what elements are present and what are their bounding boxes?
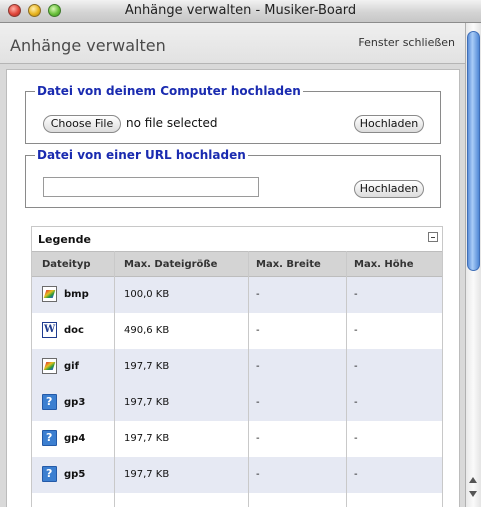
- max-file-size: 197,7 KB: [124, 469, 170, 480]
- image-file-icon: [42, 286, 57, 302]
- file-type: doc: [64, 325, 84, 336]
- scroll-down-arrow-icon[interactable]: [469, 491, 477, 497]
- max-file-size: 197,7 KB: [124, 361, 170, 372]
- file-type: gp5: [64, 469, 86, 480]
- upload-url-fieldset: Datei von einer URL hochladen Hochladen: [25, 148, 441, 208]
- file-type: gif: [64, 361, 79, 372]
- file-type: gp4: [64, 433, 86, 444]
- table-row: gp5 197,7 KB - -: [32, 457, 442, 493]
- word-document-icon: [42, 322, 57, 338]
- unknown-file-icon: [42, 394, 57, 410]
- legend-title: Legende: [38, 233, 91, 246]
- max-file-size: 100,0 KB: [124, 289, 170, 300]
- page-content: Anhänge verwalten Fenster schließen Date…: [0, 23, 465, 507]
- unknown-file-icon: [42, 466, 57, 482]
- scrollbar-thumb[interactable]: [467, 31, 480, 271]
- column-header: Max. Höhe: [354, 259, 414, 270]
- column-divider: [114, 251, 115, 507]
- upload-computer-button[interactable]: Hochladen: [354, 115, 424, 133]
- max-width: -: [256, 325, 260, 336]
- image-file-icon: [42, 358, 57, 374]
- max-height: -: [354, 433, 358, 444]
- max-width: -: [256, 361, 260, 372]
- max-file-size: 197,7 KB: [124, 397, 170, 408]
- max-file-size: 197,7 KB: [124, 433, 170, 444]
- table-row: doc 490,6 KB - -: [32, 313, 442, 349]
- max-height: -: [354, 325, 358, 336]
- scroll-up-arrow-icon[interactable]: [469, 477, 477, 483]
- column-header: Dateityp: [42, 259, 91, 270]
- table-header-row: Dateityp Max. Dateigröße Max. Breite Max…: [32, 251, 442, 277]
- upload-url-button[interactable]: Hochladen: [354, 180, 424, 198]
- upload-url-legend: Datei von einer URL hochladen: [37, 148, 246, 162]
- window-title: Anhänge verwalten - Musiker-Board: [124, 3, 357, 18]
- max-width: -: [256, 397, 260, 408]
- legend-table: Legende Dateityp Max. Dateigröße Max. Br…: [31, 226, 443, 507]
- collapse-icon[interactable]: [428, 232, 438, 242]
- upload-computer-legend: Datei von deinem Computer hochladen: [37, 84, 301, 98]
- window-titlebar: Anhänge verwalten - Musiker-Board: [0, 0, 481, 23]
- legend-header: Legende: [32, 227, 442, 251]
- max-height: -: [354, 397, 358, 408]
- column-header: Max. Breite: [256, 259, 321, 270]
- max-height: -: [354, 289, 358, 300]
- main-panel: Datei von deinem Computer hochladen Choo…: [6, 69, 460, 507]
- vertical-scrollbar[interactable]: [465, 23, 481, 507]
- table-row: gif 197,7 KB - -: [32, 349, 442, 385]
- max-width: -: [256, 433, 260, 444]
- choose-file-button[interactable]: Choose File: [43, 115, 121, 133]
- close-window-link[interactable]: Fenster schließen: [358, 36, 455, 49]
- upload-computer-fieldset: Datei von deinem Computer hochladen Choo…: [25, 84, 441, 144]
- page-header: Anhänge verwalten Fenster schließen: [0, 23, 465, 64]
- table-row: gp4 197,7 KB - -: [32, 421, 442, 457]
- unknown-file-icon: [42, 430, 57, 446]
- max-file-size: 490,6 KB: [124, 325, 170, 336]
- max-height: -: [354, 361, 358, 372]
- table-row: bmp 100,0 KB - -: [32, 277, 442, 313]
- max-height: -: [354, 469, 358, 480]
- url-input[interactable]: [43, 177, 259, 197]
- max-width: -: [256, 469, 260, 480]
- table-row: gp3 197,7 KB - -: [32, 385, 442, 421]
- column-header: Max. Dateigröße: [124, 259, 218, 270]
- column-divider: [248, 251, 249, 507]
- file-status-text: no file selected: [126, 116, 218, 130]
- max-width: -: [256, 289, 260, 300]
- file-type: gp3: [64, 397, 86, 408]
- column-divider: [346, 251, 347, 507]
- page-title: Anhänge verwalten: [10, 36, 166, 55]
- file-type: bmp: [64, 289, 89, 300]
